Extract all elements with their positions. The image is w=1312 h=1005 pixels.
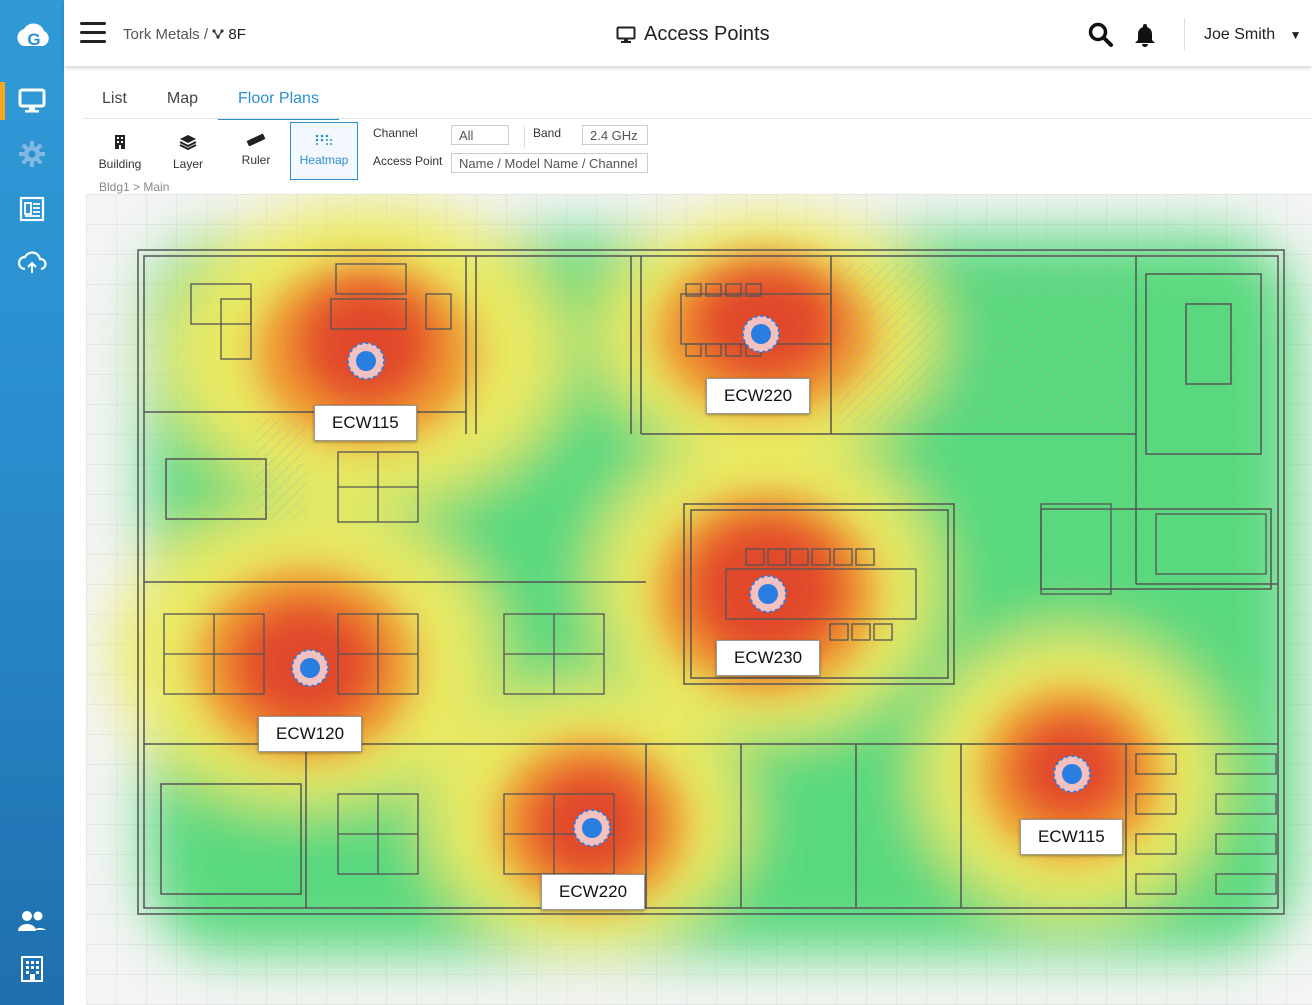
channel-select[interactable]: All — [451, 125, 509, 145]
access-point-search-input[interactable]: Name / Model Name / Channel — [451, 153, 648, 173]
report-icon — [19, 196, 45, 222]
band-select[interactable]: 2.4 GHz — [582, 125, 648, 145]
ap-marker[interactable] — [749, 575, 787, 613]
heatmap-tool-label: Heatmap — [299, 153, 349, 167]
floor-plan-map[interactable]: ECW115 ECW220 ECW230 ECW120 ECW220 ECW11… — [86, 194, 1312, 1005]
breadcrumb-org[interactable]: Tork Metals / — [123, 26, 208, 43]
ap-marker[interactable] — [1053, 755, 1091, 793]
toolbar-divider — [1184, 18, 1185, 50]
ap-marker[interactable] — [742, 315, 780, 353]
ruler-tool[interactable]: Ruler — [230, 126, 282, 180]
svg-text:G: G — [27, 30, 40, 49]
filter-divider — [524, 126, 525, 148]
ap-label[interactable]: ECW120 — [258, 716, 363, 752]
ap-label[interactable]: ECW220 — [541, 874, 646, 910]
breadcrumb-site[interactable]: 8F — [228, 26, 246, 43]
layer-tool[interactable]: Layer — [162, 126, 214, 180]
breadcrumb: Tork Metals / 8F — [123, 26, 246, 43]
bell-icon[interactable] — [1132, 22, 1158, 48]
floor-path: Bldg1 > Main — [99, 180, 170, 194]
ap-marker[interactable] — [573, 809, 611, 847]
page-title: Access Points — [616, 23, 770, 46]
app-logo[interactable]: G — [13, 16, 53, 56]
building-icon — [115, 135, 125, 149]
building-tool[interactable]: Building — [92, 126, 148, 180]
layer-tool-label: Layer — [172, 157, 204, 171]
sidebar-item-reports[interactable] — [0, 186, 64, 232]
channel-label: Channel — [373, 126, 418, 140]
sidebar: G — [0, 0, 64, 1005]
ap-marker[interactable] — [347, 342, 385, 380]
ruler-icon — [246, 133, 266, 147]
monitor-icon — [616, 26, 636, 43]
top-bar: Tork Metals / 8F Access Points Joe Smith… — [64, 0, 1312, 66]
chevron-down-icon: ▼ — [1289, 28, 1302, 42]
heatmap-icon — [315, 134, 332, 145]
sidebar-item-settings[interactable] — [0, 131, 64, 177]
user-menu[interactable]: Joe Smith ▼ — [1204, 26, 1301, 44]
user-name: Joe Smith — [1204, 26, 1276, 43]
sidebar-item-access-points[interactable] — [0, 78, 64, 124]
site-network-icon — [212, 29, 224, 39]
access-point-label: Access Point — [373, 154, 443, 168]
main-content: List Map Floor Plans Building Layer Rule… — [64, 66, 1312, 1005]
tab-map[interactable]: Map — [147, 88, 218, 120]
users-icon — [18, 911, 46, 931]
ap-marker[interactable] — [291, 649, 329, 687]
ap-label[interactable]: ECW220 — [706, 378, 811, 414]
heatmap-tool[interactable]: Heatmap — [290, 122, 358, 180]
tab-floor-plans[interactable]: Floor Plans — [218, 88, 339, 120]
view-tabs: List Map Floor Plans — [82, 88, 339, 120]
band-label: Band — [533, 126, 562, 140]
search-icon[interactable] — [1088, 22, 1114, 48]
hamburger-menu-icon[interactable] — [80, 22, 106, 44]
tab-list[interactable]: List — [82, 88, 147, 120]
gear-icon — [19, 141, 45, 167]
building-icon — [21, 956, 43, 982]
building-tool-label: Building — [98, 157, 142, 171]
page-title-text: Access Points — [644, 23, 770, 45]
sidebar-item-users[interactable] — [0, 898, 64, 944]
sidebar-item-cloud[interactable] — [0, 240, 64, 286]
ap-label[interactable]: ECW230 — [716, 640, 821, 676]
tab-underline — [84, 118, 1312, 119]
monitor-icon — [18, 88, 46, 113]
sidebar-item-buildings[interactable] — [0, 946, 64, 992]
ap-label[interactable]: ECW115 — [314, 405, 417, 441]
cloud-sync-icon — [17, 251, 47, 273]
layers-icon — [179, 135, 197, 151]
ruler-tool-label: Ruler — [241, 153, 271, 167]
ap-label[interactable]: ECW115 — [1020, 819, 1123, 855]
